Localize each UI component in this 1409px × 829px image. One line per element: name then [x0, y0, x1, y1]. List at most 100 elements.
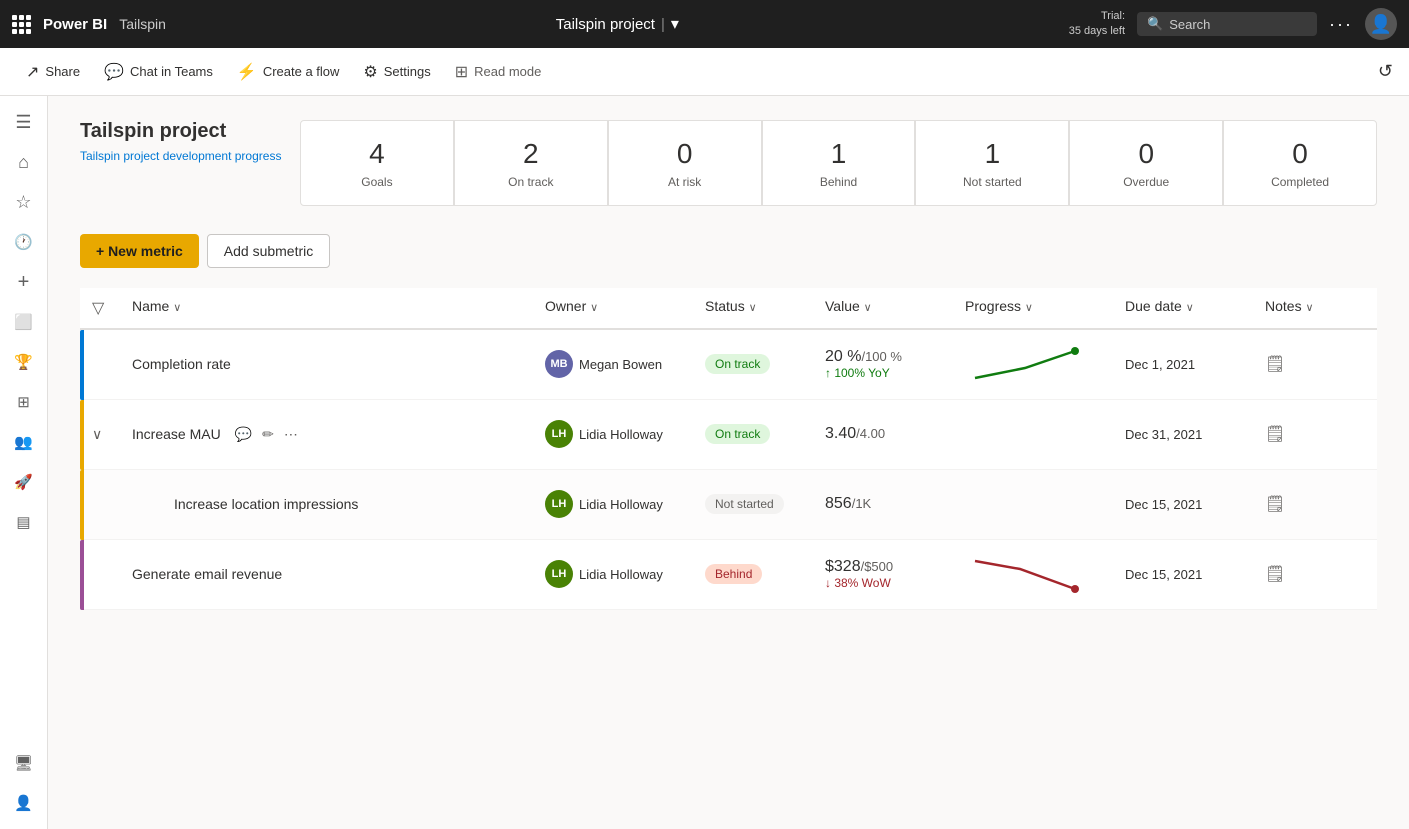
value-main: 3.40: [825, 425, 856, 442]
stat-label: Completed: [1244, 175, 1356, 189]
read-mode-button[interactable]: ⊞ Read mode: [445, 56, 552, 88]
refresh-button[interactable]: ↺: [1378, 61, 1393, 82]
table-row-generate-email[interactable]: Generate email revenue LH Lidia Holloway…: [80, 540, 1377, 610]
toolbar: ↗ Share 💬 Chat in Teams ⚡ Create a flow …: [0, 48, 1409, 96]
table-row-completion-rate[interactable]: Completion rate MB Megan Bowen On track …: [80, 330, 1377, 400]
value-main: $328: [825, 558, 861, 575]
filter-icon[interactable]: ▽: [92, 298, 132, 318]
main-content: Tailspin project Tailspin project develo…: [48, 96, 1409, 829]
trial-line2: 35 days left: [1069, 24, 1125, 39]
top-navigation: Power BI Tailspin Tailspin project | ▾ T…: [0, 0, 1409, 48]
status-badge: Not started: [705, 494, 784, 514]
sidebar-item-menu[interactable]: ☰: [6, 104, 42, 140]
sidebar-item-recent[interactable]: 🕐: [6, 224, 42, 260]
more-options-button[interactable]: ···: [1329, 14, 1353, 35]
brand-label: Power BI: [43, 16, 107, 33]
status-badge: On track: [705, 424, 770, 444]
trial-line1: Trial:: [1069, 9, 1125, 24]
sidebar-item-create[interactable]: +: [6, 264, 42, 300]
comment-action-icon[interactable]: 💬: [231, 424, 256, 445]
flow-icon: ⚡: [237, 62, 257, 82]
col-header-due-date[interactable]: Due date ∨: [1125, 298, 1265, 318]
settings-button[interactable]: ⚙ Settings: [353, 56, 440, 88]
search-box[interactable]: 🔍 Search: [1137, 12, 1317, 36]
share-label: Share: [45, 64, 80, 79]
header-section: Tailspin project Tailspin project develo…: [80, 120, 1377, 206]
stat-card-overdue[interactable]: 0 Overdue: [1069, 120, 1223, 206]
row-name: Completion rate: [132, 356, 545, 372]
row-status: On track: [705, 354, 825, 374]
col-header-progress[interactable]: Progress ∨: [965, 298, 1125, 318]
sidebar-item-reports[interactable]: ▤: [6, 504, 42, 540]
left-sidebar: ☰ ⌂ ☆ 🕐 + ⬜ 🏆 ⊞ 👥 🚀 ▤ 🖥 👤: [0, 96, 48, 829]
sidebar-item-apps[interactable]: ⬜: [6, 304, 42, 340]
col-header-name[interactable]: Name ∨: [132, 298, 545, 318]
row-notes[interactable]: 🗒: [1265, 354, 1365, 374]
stat-label: Behind: [783, 175, 895, 189]
row-indicator: [80, 540, 84, 610]
col-header-value[interactable]: Value ∨: [825, 298, 965, 318]
col-header-owner[interactable]: Owner ∨: [545, 298, 705, 318]
row-due-date: Dec 31, 2021: [1125, 427, 1265, 442]
sidebar-item-admin[interactable]: 👤: [6, 785, 42, 821]
row-status: Behind: [705, 564, 825, 584]
col-header-status[interactable]: Status ∨: [705, 298, 825, 318]
stats-row: 4 Goals 2 On track 0 At risk 1 Behind 1 …: [300, 120, 1377, 206]
owner-name: Lidia Holloway: [579, 567, 663, 582]
row-value: 3.40/4.00: [825, 425, 965, 443]
expand-button-increase-mau[interactable]: ∨: [92, 426, 102, 443]
share-button[interactable]: ↗ Share: [16, 56, 90, 88]
new-metric-button[interactable]: + New metric: [80, 234, 199, 268]
sidebar-item-favorites[interactable]: ☆: [6, 184, 42, 220]
stat-label: Goals: [321, 175, 433, 189]
stat-num: 0: [1090, 137, 1202, 171]
sidebar-item-deploy[interactable]: 🚀: [6, 464, 42, 500]
chat-teams-button[interactable]: 💬 Chat in Teams: [94, 56, 223, 88]
read-mode-label: Read mode: [474, 64, 541, 79]
row-indicator: [80, 330, 84, 400]
status-badge: Behind: [705, 564, 762, 584]
table-row-wrapper: Increase location impressions LH Lidia H…: [80, 470, 1377, 540]
project-subtitle: Tailspin project development progress: [80, 149, 300, 163]
stat-card-on-track[interactable]: 2 On track: [454, 120, 608, 206]
table-header-row: ▽ Name ∨ Owner ∨ Status ∨ Value ∨ Progre…: [80, 288, 1377, 330]
action-bar: + New metric Add submetric: [80, 234, 1377, 268]
sidebar-item-home[interactable]: ⌂: [6, 144, 42, 180]
sidebar-item-goals[interactable]: 🏆: [6, 344, 42, 380]
row-notes[interactable]: 🗒: [1265, 424, 1365, 444]
avatar-placeholder: 👤: [1370, 14, 1392, 35]
sidebar-item-dashboards[interactable]: ⊞: [6, 384, 42, 420]
stat-num: 4: [321, 137, 433, 171]
stat-card-not-started[interactable]: 1 Not started: [915, 120, 1069, 206]
waffle-icon[interactable]: [12, 15, 31, 34]
row-value: 20 %/100 % ↑ 100% YoY: [825, 348, 965, 380]
stat-card-completed[interactable]: 0 Completed: [1223, 120, 1377, 206]
stat-card-goals[interactable]: 4 Goals: [300, 120, 454, 206]
row-expand-col[interactable]: ∨: [92, 426, 132, 443]
stat-label: Overdue: [1090, 175, 1202, 189]
sidebar-item-people[interactable]: 👥: [6, 424, 42, 460]
row-value: 856/1K: [825, 495, 965, 513]
project-dropdown-button[interactable]: ▾: [671, 14, 679, 34]
row-owner: LH Lidia Holloway: [545, 560, 705, 588]
stat-card-at-risk[interactable]: 0 At risk: [608, 120, 762, 206]
create-flow-button[interactable]: ⚡ Create a flow: [227, 56, 350, 88]
add-submetric-button[interactable]: Add submetric: [207, 234, 330, 268]
row-notes[interactable]: 🗒: [1265, 494, 1365, 514]
row-indicator: [80, 400, 84, 470]
col-header-notes[interactable]: Notes ∨: [1265, 298, 1365, 318]
row-notes[interactable]: 🗒: [1265, 564, 1365, 584]
sidebar-item-monitor[interactable]: 🖥: [6, 745, 42, 781]
table-row-increase-location[interactable]: Increase location impressions LH Lidia H…: [80, 470, 1377, 540]
row-due-date: Dec 15, 2021: [1125, 567, 1265, 582]
more-action-icon[interactable]: ⋯: [280, 424, 302, 445]
table-row-increase-mau[interactable]: ∨ Increase MAU 💬 ✏ ⋯ LH Lidia Holloway O…: [80, 400, 1377, 470]
owner-badge: LH: [545, 490, 573, 518]
value-note: ↓ 38% WoW: [825, 576, 965, 590]
stat-card-behind[interactable]: 1 Behind: [762, 120, 916, 206]
edit-action-icon[interactable]: ✏: [258, 424, 278, 445]
row-value: $328/$500 ↓ 38% WoW: [825, 558, 965, 590]
avatar[interactable]: 👤: [1365, 8, 1397, 40]
row-owner: LH Lidia Holloway: [545, 420, 705, 448]
stat-label: On track: [475, 175, 587, 189]
